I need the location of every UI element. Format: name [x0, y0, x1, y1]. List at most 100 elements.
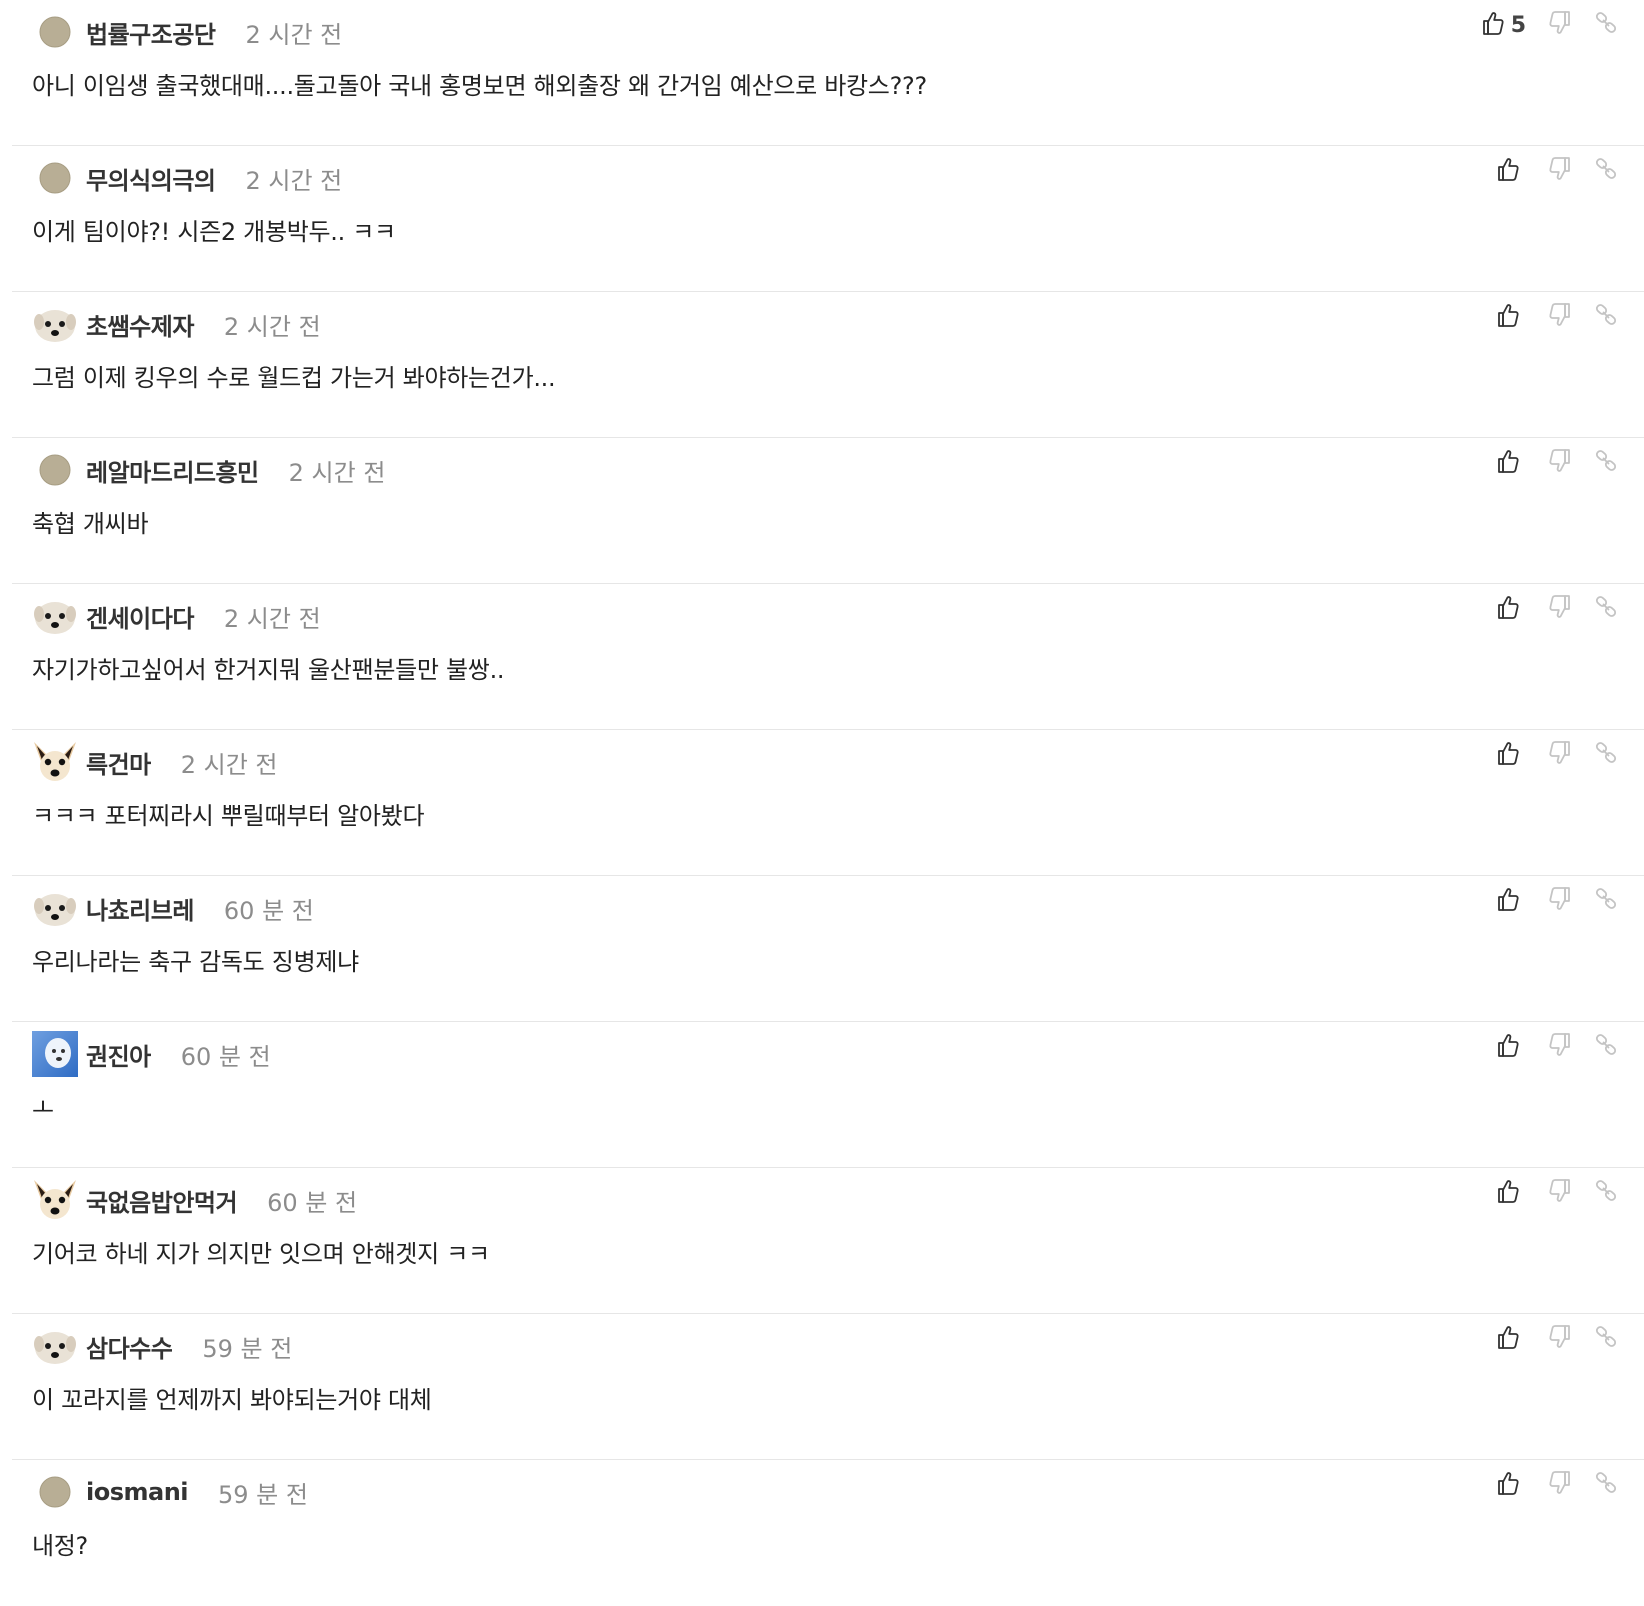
dislike-button[interactable]: [1548, 446, 1572, 480]
like-button[interactable]: [1496, 1322, 1526, 1356]
like-button[interactable]: [1496, 884, 1526, 918]
like-button[interactable]: [1496, 1030, 1526, 1064]
nickname[interactable]: 법률구조공단: [86, 15, 216, 50]
dislike-button[interactable]: [1548, 8, 1572, 42]
share-link-button[interactable]: [1594, 1176, 1618, 1210]
share-link-button[interactable]: [1594, 738, 1618, 772]
timestamp: 60 분 전: [267, 1188, 358, 1217]
puppy-avatar[interactable]: [32, 593, 78, 639]
link-icon: [1594, 449, 1618, 477]
dislike-button[interactable]: [1548, 738, 1572, 772]
comment-text: 그럼 이제 킹우의 수로 월드컵 가는거 봐야하는건가...: [32, 364, 556, 392]
default-avatar[interactable]: [32, 9, 78, 55]
like-button[interactable]: [1496, 1468, 1526, 1502]
default-avatar[interactable]: [32, 447, 78, 493]
share-link-button[interactable]: [1594, 1322, 1618, 1356]
like-button[interactable]: [1496, 738, 1526, 772]
like-count: 5: [1510, 12, 1526, 38]
thumbs-up-icon: [1496, 1470, 1520, 1500]
share-link-button[interactable]: [1594, 154, 1618, 188]
nickname[interactable]: 나쵸리브레: [86, 891, 194, 926]
share-link-button[interactable]: [1594, 592, 1618, 626]
comment-actions: [1496, 884, 1618, 918]
thumbs-down-icon: [1548, 1032, 1572, 1062]
thumbs-up-icon: [1496, 1324, 1520, 1354]
dislike-button[interactable]: [1548, 1030, 1572, 1064]
comment-item: iosmani 59 분 전 내정?: [12, 1460, 1644, 1606]
thumbs-up-icon: [1496, 886, 1520, 916]
puppy-avatar[interactable]: [32, 1323, 78, 1369]
dislike-button[interactable]: [1548, 1468, 1572, 1502]
comment-actions: [1496, 1322, 1618, 1356]
share-link-button[interactable]: [1594, 884, 1618, 918]
comment-actions: [1496, 446, 1618, 480]
thumbs-up-icon: [1496, 156, 1520, 186]
nickname[interactable]: 무의식의극의: [86, 161, 216, 196]
comment-text: 축협 개씨바: [32, 510, 149, 538]
thumbs-down-icon: [1548, 886, 1572, 916]
dislike-button[interactable]: [1548, 884, 1572, 918]
comment-header: 국없음밥안먹거 60 분 전: [32, 1180, 357, 1220]
nickname[interactable]: 륵건마: [86, 745, 151, 780]
thumbs-up-icon: [1496, 1178, 1520, 1208]
photo-avatar[interactable]: [32, 1031, 78, 1077]
dislike-button[interactable]: [1548, 154, 1572, 188]
link-icon: [1594, 595, 1618, 623]
thumbs-up-icon: [1496, 448, 1520, 478]
comment-header: 무의식의극의 2 시간 전: [32, 158, 342, 198]
timestamp: 2 시간 전: [223, 312, 321, 341]
default-avatar[interactable]: [32, 1469, 78, 1515]
nickname[interactable]: 초쌤수제자: [86, 307, 194, 342]
comment-actions: [1496, 1030, 1618, 1064]
timestamp: 2 시간 전: [288, 458, 386, 487]
share-link-button[interactable]: [1594, 1468, 1618, 1502]
nickname[interactable]: 권진아: [86, 1037, 151, 1072]
link-icon: [1594, 1325, 1618, 1353]
puppy-avatar[interactable]: [32, 885, 78, 931]
thumbs-down-icon: [1548, 1324, 1572, 1354]
nickname[interactable]: 삼다수수: [86, 1329, 173, 1364]
like-button[interactable]: [1496, 154, 1526, 188]
link-icon: [1594, 1033, 1618, 1061]
like-button[interactable]: [1496, 446, 1526, 480]
comment-item: 레알마드리드흥민 2 시간 전 축협 개씨바: [12, 438, 1644, 584]
timestamp: 60 분 전: [180, 1042, 271, 1071]
link-icon: [1594, 11, 1618, 39]
link-icon: [1594, 1179, 1618, 1207]
comment-header: 삼다수수 59 분 전: [32, 1326, 292, 1366]
comment-item: 겐세이다다 2 시간 전 자기가하고싶어서 한거지뭐 울산팬분들만 불쌍..: [12, 584, 1644, 730]
like-button[interactable]: 5: [1481, 8, 1526, 42]
comment-item: 삼다수수 59 분 전 이 꼬라지를 언제까지 봐야되는거야 대체: [12, 1314, 1644, 1460]
share-link-button[interactable]: [1594, 300, 1618, 334]
comment-item: 나쵸리브레 60 분 전 우리나라는 축구 감독도 징병제냐: [12, 876, 1644, 1022]
chihuahua-avatar[interactable]: [32, 739, 78, 785]
nickname[interactable]: iosmani: [86, 1478, 189, 1506]
dislike-button[interactable]: [1548, 300, 1572, 334]
comment-item: 륵건마 2 시간 전 ㅋㅋㅋ 포터찌라시 뿌릴때부터 알아봤다: [12, 730, 1644, 876]
like-button[interactable]: [1496, 300, 1526, 334]
chihuahua-avatar[interactable]: [32, 1177, 78, 1223]
nickname[interactable]: 국없음밥안먹거: [86, 1183, 238, 1218]
share-link-button[interactable]: [1594, 1030, 1618, 1064]
comment-item: 권진아 60 분 전 ㅗ: [12, 1022, 1644, 1168]
dislike-button[interactable]: [1548, 592, 1572, 626]
dislike-button[interactable]: [1548, 1322, 1572, 1356]
default-avatar[interactable]: [32, 155, 78, 201]
comment-text: 이 꼬라지를 언제까지 봐야되는거야 대체: [32, 1386, 432, 1414]
comment-actions: [1496, 300, 1618, 334]
puppy-avatar[interactable]: [32, 301, 78, 347]
share-link-button[interactable]: [1594, 446, 1618, 480]
timestamp: 2 시간 전: [180, 750, 278, 779]
comment-text: ㅗ: [32, 1094, 54, 1122]
share-link-button[interactable]: [1594, 8, 1618, 42]
nickname[interactable]: 겐세이다다: [86, 599, 194, 634]
thumbs-up-icon: [1496, 1032, 1520, 1062]
comment-actions: 5: [1481, 8, 1618, 42]
thumbs-down-icon: [1548, 156, 1572, 186]
nickname[interactable]: 레알마드리드흥민: [86, 453, 259, 488]
dislike-button[interactable]: [1548, 1176, 1572, 1210]
like-button[interactable]: [1496, 592, 1526, 626]
thumbs-down-icon: [1548, 10, 1572, 40]
like-button[interactable]: [1496, 1176, 1526, 1210]
comment-actions: [1496, 1176, 1618, 1210]
